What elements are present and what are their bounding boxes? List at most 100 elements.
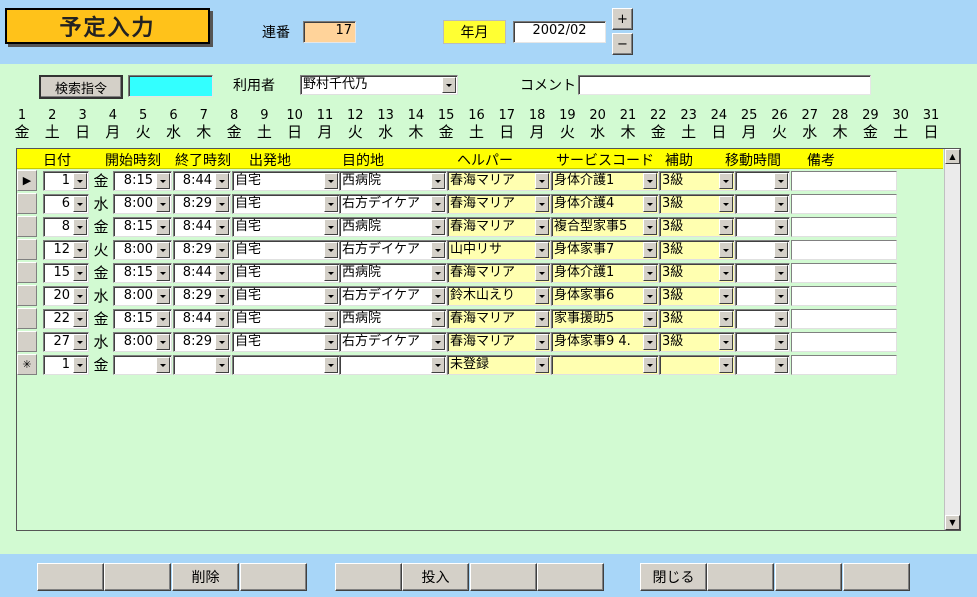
row-selector[interactable] <box>17 262 37 283</box>
chevron-down-icon[interactable] <box>719 357 733 373</box>
travel-time-select[interactable] <box>735 309 790 329</box>
chevron-down-icon[interactable] <box>156 334 170 350</box>
aux-select[interactable]: 3級 <box>659 263 735 283</box>
service-code-select[interactable]: 複合型家事5 <box>551 217 659 237</box>
day-select[interactable]: 27 <box>43 332 89 352</box>
chevron-down-icon[interactable] <box>719 334 733 350</box>
chevron-down-icon[interactable] <box>324 219 338 235</box>
chevron-down-icon[interactable] <box>73 242 87 258</box>
month-plus-button[interactable]: + <box>612 8 633 30</box>
start-time-select[interactable]: 8:15 <box>113 309 172 329</box>
row-selector[interactable] <box>17 308 37 329</box>
row-selector[interactable] <box>17 331 37 352</box>
footer-button-8[interactable] <box>537 563 604 591</box>
footer-button-4[interactable] <box>240 563 307 591</box>
service-code-select[interactable]: 身体家事6 <box>551 286 659 306</box>
destination-select[interactable]: 右方デイケア <box>339 332 447 352</box>
table-row[interactable]: 22 金 8:15 8:44 自宅 西病院 春海マリア 家事援助5 3級 <box>17 308 943 330</box>
note-field[interactable] <box>791 332 897 352</box>
origin-select[interactable]: 自宅 <box>232 217 340 237</box>
chevron-down-icon[interactable] <box>156 173 170 189</box>
end-time-select[interactable]: 8:29 <box>173 240 231 260</box>
chevron-down-icon[interactable] <box>431 173 445 189</box>
chevron-down-icon[interactable] <box>535 334 549 350</box>
destination-select[interactable]: 右方デイケア <box>339 286 447 306</box>
aux-select[interactable]: 3級 <box>659 194 735 214</box>
start-time-select[interactable]: 8:15 <box>113 217 172 237</box>
end-time-select[interactable]: 8:44 <box>173 171 231 191</box>
day-select[interactable]: 6 <box>43 194 89 214</box>
start-time-select[interactable]: 8:00 <box>113 286 172 306</box>
destination-select[interactable]: 西病院 <box>339 217 447 237</box>
travel-time-select[interactable] <box>735 332 790 352</box>
destination-select[interactable] <box>339 355 447 375</box>
destination-select[interactable]: 西病院 <box>339 309 447 329</box>
chevron-down-icon[interactable] <box>535 173 549 189</box>
chevron-down-icon[interactable] <box>774 219 788 235</box>
destination-select[interactable]: 右方デイケア <box>339 240 447 260</box>
chevron-down-icon[interactable] <box>719 311 733 327</box>
chevron-down-icon[interactable] <box>215 311 229 327</box>
chevron-down-icon[interactable] <box>774 357 788 373</box>
chevron-down-icon[interactable] <box>643 334 657 350</box>
chevron-down-icon[interactable] <box>215 242 229 258</box>
travel-time-select[interactable] <box>735 355 790 375</box>
footer-button-10[interactable] <box>707 563 774 591</box>
chevron-down-icon[interactable] <box>73 219 87 235</box>
end-time-select[interactable]: 8:29 <box>173 332 231 352</box>
service-code-select[interactable]: 身体家事9 4. <box>551 332 659 352</box>
chevron-down-icon[interactable] <box>73 265 87 281</box>
chevron-down-icon[interactable] <box>73 334 87 350</box>
travel-time-select[interactable] <box>735 171 790 191</box>
chevron-down-icon[interactable] <box>156 288 170 304</box>
day-select[interactable]: 12 <box>43 240 89 260</box>
chevron-down-icon[interactable] <box>774 288 788 304</box>
day-select[interactable]: 22 <box>43 309 89 329</box>
travel-time-select[interactable] <box>735 240 790 260</box>
day-select[interactable]: 1 <box>43 171 89 191</box>
destination-select[interactable]: 西病院 <box>339 263 447 283</box>
destination-select[interactable]: 右方デイケア <box>339 194 447 214</box>
aux-select[interactable]: 3級 <box>659 309 735 329</box>
row-selector[interactable] <box>17 239 37 260</box>
start-time-select[interactable]: 8:00 <box>113 194 172 214</box>
chevron-down-icon[interactable] <box>215 288 229 304</box>
chevron-down-icon[interactable] <box>431 357 445 373</box>
origin-select[interactable]: 自宅 <box>232 263 340 283</box>
chevron-down-icon[interactable] <box>643 288 657 304</box>
chevron-down-icon[interactable] <box>431 265 445 281</box>
start-time-select[interactable] <box>113 355 172 375</box>
table-row[interactable]: 6 水 8:00 8:29 自宅 右方デイケア 春海マリア 身体介護4 3級 <box>17 193 943 215</box>
note-field[interactable] <box>791 309 897 329</box>
chevron-down-icon[interactable] <box>535 357 549 373</box>
aux-select[interactable]: 3級 <box>659 171 735 191</box>
chevron-down-icon[interactable] <box>324 242 338 258</box>
scroll-up-arrow-icon[interactable]: ▲ <box>945 149 960 164</box>
chevron-down-icon[interactable] <box>643 173 657 189</box>
chevron-down-icon[interactable] <box>156 196 170 212</box>
chevron-down-icon[interactable] <box>73 311 87 327</box>
chevron-down-icon[interactable] <box>156 219 170 235</box>
helper-select[interactable]: 春海マリア <box>447 194 551 214</box>
row-selector[interactable]: ▶ <box>17 170 37 191</box>
origin-select[interactable]: 自宅 <box>232 309 340 329</box>
table-row[interactable]: 15 金 8:15 8:44 自宅 西病院 春海マリア 身体介護1 3級 <box>17 262 943 284</box>
chevron-down-icon[interactable] <box>324 196 338 212</box>
note-field[interactable] <box>791 263 897 283</box>
table-row[interactable]: 27 水 8:00 8:29 自宅 右方デイケア 春海マリア 身体家事9 4. 3級 <box>17 331 943 353</box>
aux-select[interactable]: 3級 <box>659 286 735 306</box>
footer-button-1[interactable] <box>37 563 104 591</box>
chevron-down-icon[interactable] <box>431 242 445 258</box>
start-time-select[interactable]: 8:00 <box>113 240 172 260</box>
chevron-down-icon[interactable] <box>719 173 733 189</box>
chevron-down-icon[interactable] <box>643 311 657 327</box>
helper-select[interactable]: 春海マリア <box>447 332 551 352</box>
chevron-down-icon[interactable] <box>73 288 87 304</box>
footer-button-7[interactable] <box>470 563 537 591</box>
table-row[interactable]: 8 金 8:15 8:44 自宅 西病院 春海マリア 複合型家事5 3級 <box>17 216 943 238</box>
end-time-select[interactable]: 8:29 <box>173 194 231 214</box>
chevron-down-icon[interactable] <box>535 219 549 235</box>
note-field[interactable] <box>791 240 897 260</box>
search-command-button[interactable]: 検索指令 <box>39 75 123 99</box>
helper-select[interactable]: 未登録 <box>447 355 551 375</box>
